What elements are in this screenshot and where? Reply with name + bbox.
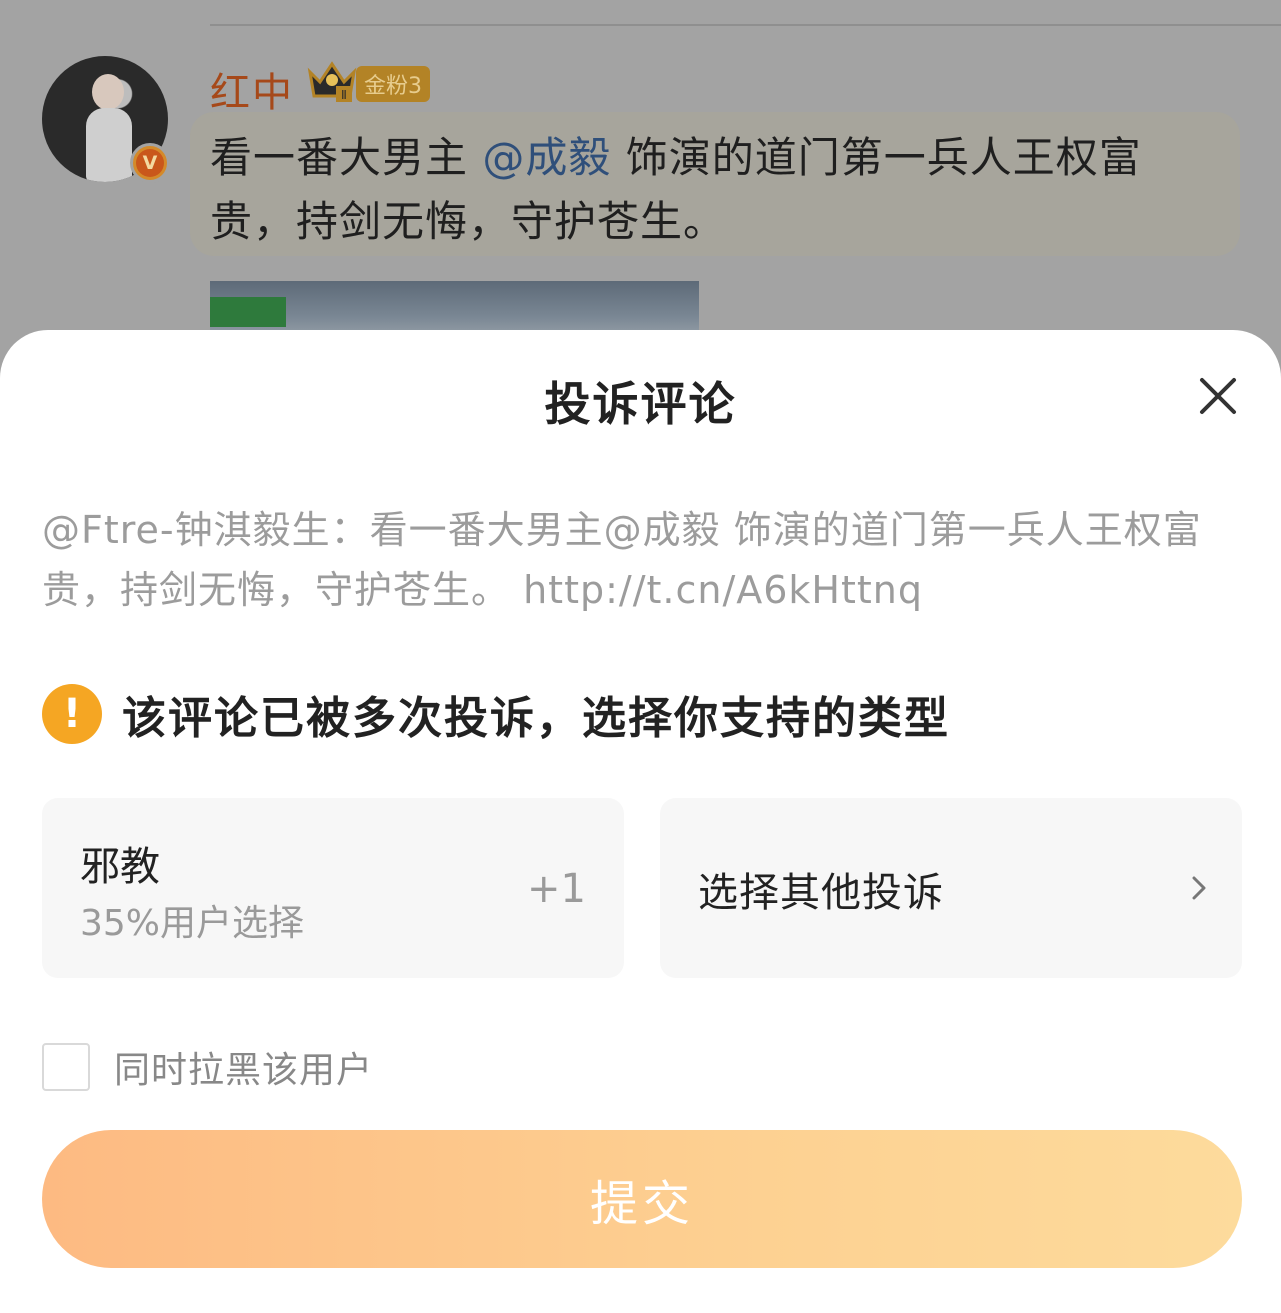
block-user-option[interactable]: 同时拉黑该用户 xyxy=(42,1042,373,1092)
block-user-checkbox[interactable] xyxy=(42,1043,90,1091)
quoted-comment: @Ftre-钟淇毅生：看一番大男主@成毅 饰演的道门第一兵人王权富贵，持剑无悔，… xyxy=(42,508,1202,612)
warning-text: 该评论已被多次投诉，选择你支持的类型 xyxy=(122,693,950,744)
sheet-title: 投诉评论 xyxy=(544,377,737,431)
post-text-part: 看一番大男主 xyxy=(210,133,483,182)
crown-icon: Ⅱ xyxy=(307,61,357,102)
option-plus-one: +1 xyxy=(527,866,586,912)
warning-row: ! 该评论已被多次投诉，选择你支持的类型 xyxy=(42,682,950,746)
warning-icon: ! xyxy=(42,684,102,744)
submit-label: 提交 xyxy=(589,1176,694,1232)
avatar-body xyxy=(86,108,132,182)
block-user-label: 同时拉黑该用户 xyxy=(114,1050,374,1091)
submit-button[interactable]: 提交 xyxy=(42,1130,1242,1268)
verified-badge-icon: V xyxy=(130,143,170,183)
post-image-tag xyxy=(210,297,286,327)
post-mention-link[interactable]: @成毅 xyxy=(482,133,611,182)
verified-badge-letter: V xyxy=(136,149,164,177)
report-option-cult[interactable]: 邪教 35%用户选择 +1 xyxy=(42,798,624,978)
feed-divider xyxy=(210,24,1281,26)
avatar-head xyxy=(92,74,124,110)
option-title: 邪教 xyxy=(80,844,160,890)
fan-level-badge: 金粉3 xyxy=(356,66,430,102)
close-icon[interactable] xyxy=(1192,370,1244,422)
other-report-label: 选择其他投诉 xyxy=(698,870,944,916)
chevron-right-icon xyxy=(1192,876,1206,900)
username[interactable]: 红中 xyxy=(210,60,294,118)
other-report-option[interactable]: 选择其他投诉 xyxy=(660,798,1242,978)
option-percentage: 35%用户选择 xyxy=(80,903,305,944)
report-comment-sheet: 投诉评论 @Ftre-钟淇毅生：看一番大男主@成毅 饰演的道门第一兵人王权富贵，… xyxy=(0,330,1281,1313)
crown-level: Ⅱ xyxy=(341,88,347,102)
post-text[interactable]: 看一番大男主 @成毅 饰演的道门第一兵人王权富贵，持剑无悔，守护苍生。 xyxy=(210,126,1210,254)
